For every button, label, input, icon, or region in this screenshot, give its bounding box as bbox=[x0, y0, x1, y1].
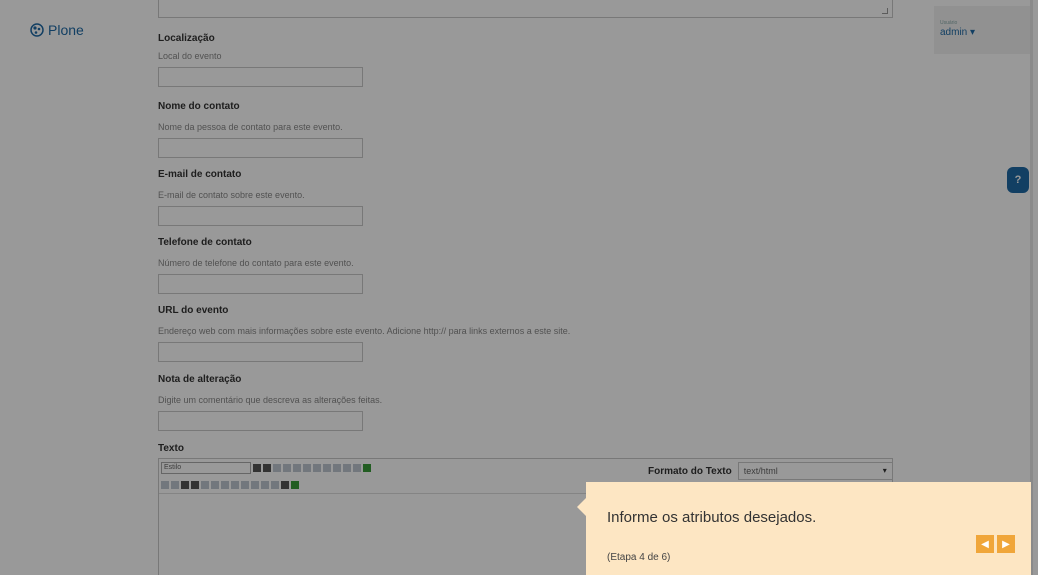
tour-prev-button[interactable]: ◀ bbox=[976, 535, 994, 553]
tour-navigation: ◀ ▶ bbox=[976, 535, 1015, 553]
tour-message: Informe os atributos desejados. bbox=[607, 509, 817, 526]
tour-next-button[interactable]: ▶ bbox=[997, 535, 1015, 553]
tour-popover: Informe os atributos desejados. (Etapa 4… bbox=[577, 482, 1031, 575]
tour-step-indicator: (Etapa 4 de 6) bbox=[607, 552, 671, 563]
